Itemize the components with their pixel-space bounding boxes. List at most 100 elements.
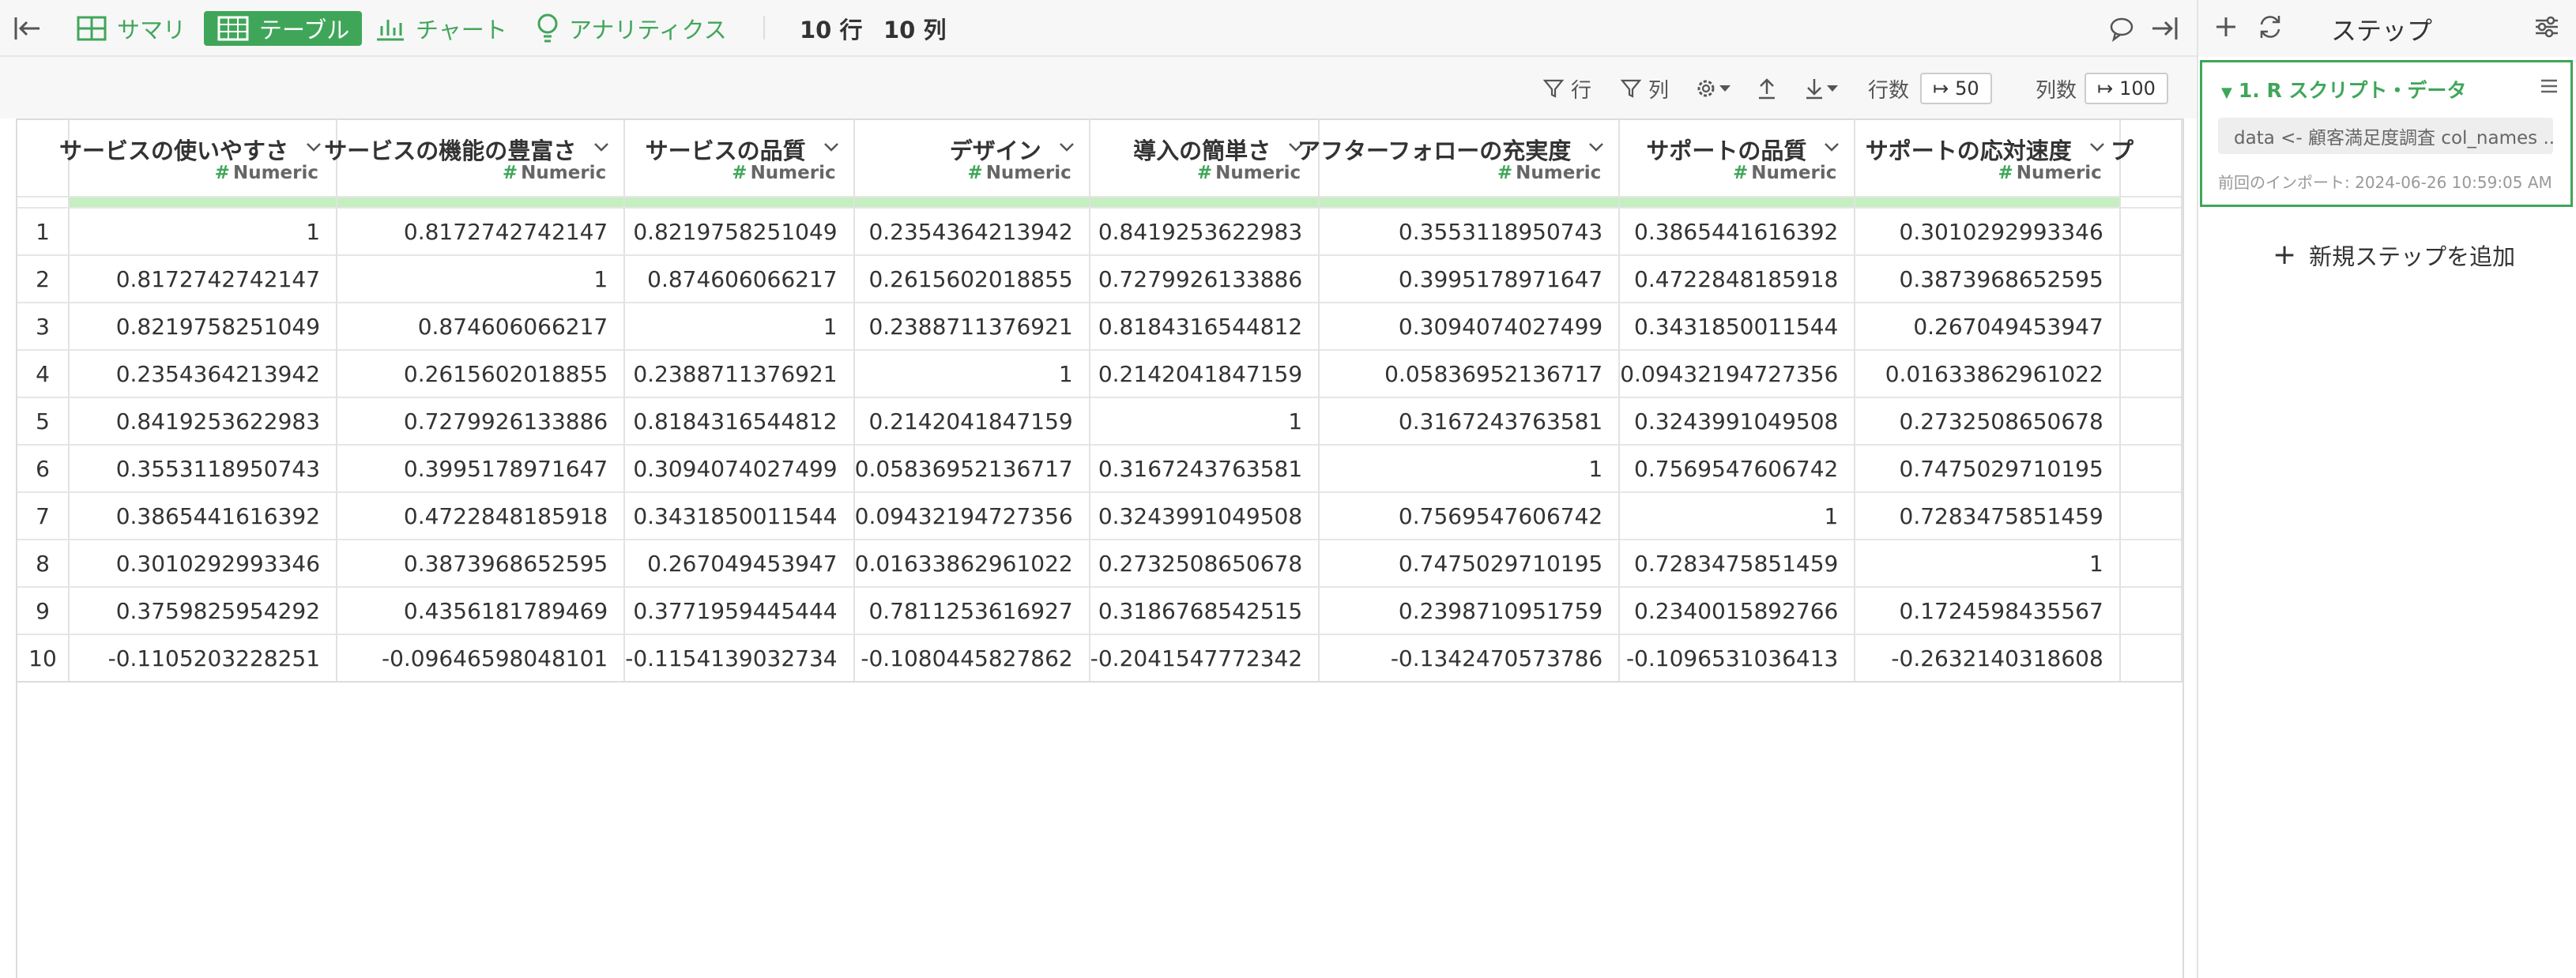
table-cell[interactable]: 0.2388711376921: [853, 302, 1090, 350]
table-cell[interactable]: 0.267049453947: [624, 539, 855, 587]
table-cell[interactable]: 0.3431850011544: [624, 491, 855, 540]
table-cell[interactable]: [2119, 586, 2182, 634]
table-cell[interactable]: 0.2354364213942: [68, 349, 338, 397]
table-cell[interactable]: 0.8184316544812: [1089, 302, 1320, 350]
cols-input[interactable]: ↦ 100: [2085, 73, 2168, 104]
table-row[interactable]: 7 0.3865441616392 0.4722848185918 0.3431850…: [17, 491, 2182, 540]
table-cell[interactable]: 0.8172742742147: [337, 207, 626, 255]
table-cell[interactable]: 0.8219758251049: [624, 207, 855, 255]
table-cell[interactable]: 0.874606066217: [337, 302, 626, 350]
step-code-preview[interactable]: data <- 顧客満足度調査 col_names ...: [2218, 118, 2553, 154]
table-cell[interactable]: [2119, 634, 2182, 683]
table-cell[interactable]: 0.2615602018855: [853, 254, 1090, 303]
table-cell[interactable]: 0.3010292993346: [68, 539, 338, 587]
table-cell[interactable]: 0.3010292993346: [1855, 207, 2121, 255]
column-header[interactable]: プ: [2111, 118, 2182, 197]
table-row[interactable]: 5 0.8419253622983 0.7279926133886 0.8184316…: [17, 397, 2182, 445]
chevron-down-icon[interactable]: [822, 137, 841, 156]
table-cell[interactable]: 1: [1319, 444, 1621, 492]
table-cell[interactable]: [2119, 539, 2182, 587]
tab-chart[interactable]: チャート: [375, 11, 507, 46]
add-step-button[interactable]: + 新規ステップを追加: [2273, 239, 2515, 272]
table-cell[interactable]: 0.7283475851459: [1619, 539, 1856, 587]
table-cell[interactable]: 0.3167243763581: [1089, 444, 1320, 492]
table-cell[interactable]: 0.4356181789469: [337, 586, 626, 634]
collapse-left-button[interactable]: [11, 11, 52, 46]
table-cell[interactable]: -0.1105203228251: [68, 634, 338, 683]
table-cell[interactable]: 0.3094074027499: [1319, 302, 1621, 350]
table-row[interactable]: 1 1 0.8172742742147 0.8219758251049 0.235436…: [17, 207, 2182, 255]
column-header[interactable]: アフターフォローの充実度 # Numeric: [1297, 118, 1621, 197]
table-row[interactable]: 8 0.3010292993346 0.3873968652595 0.2670494…: [17, 539, 2182, 587]
table-row[interactable]: 2 0.8172742742147 1 0.874606066217 0.2615602…: [17, 254, 2182, 303]
table-cell[interactable]: 0.2732508650678: [1855, 397, 2121, 445]
table-cell[interactable]: 0.4722848185918: [1619, 254, 1856, 303]
chevron-down-icon[interactable]: [304, 137, 323, 156]
step-card[interactable]: ▼ 1. R スクリプト・データ data <- 顧客満足度調査 col_name…: [2200, 60, 2573, 207]
table-cell[interactable]: 0.2142041847159: [1089, 349, 1320, 397]
steps-settings-button[interactable]: [2533, 14, 2560, 43]
table-cell[interactable]: 0.7279926133886: [337, 397, 626, 445]
table-cell[interactable]: 0.7811253616927: [853, 586, 1090, 634]
table-cell[interactable]: 0.09432194727356: [853, 491, 1090, 540]
table-cell[interactable]: 0.267049453947: [1855, 302, 2121, 350]
table-cell[interactable]: [2119, 254, 2182, 303]
table-cell[interactable]: 0.3243991049508: [1089, 491, 1320, 540]
tab-analytics[interactable]: アナリティクス: [536, 11, 727, 46]
table-cell[interactable]: 1: [624, 302, 855, 350]
table-cell[interactable]: 0.3431850011544: [1619, 302, 1856, 350]
table-cell[interactable]: 0.7475029710195: [1319, 539, 1621, 587]
table-cell[interactable]: 0.8172742742147: [68, 254, 338, 303]
table-cell[interactable]: 0.7569547606742: [1619, 444, 1856, 492]
table-cell[interactable]: 0.7475029710195: [1855, 444, 2121, 492]
table-cell[interactable]: 0.3873968652595: [337, 539, 626, 587]
table-cell[interactable]: 1: [853, 349, 1090, 397]
comment-button[interactable]: [2108, 11, 2145, 46]
column-header[interactable]: デザイン # Numeric: [853, 118, 1090, 197]
table-cell[interactable]: 0.09432194727356: [1619, 349, 1856, 397]
table-cell[interactable]: 0.3094074027499: [624, 444, 855, 492]
step-title[interactable]: ▼ 1. R スクリプト・データ: [2221, 75, 2466, 103]
table-cell[interactable]: -0.2041547772342: [1089, 634, 1320, 683]
table-row[interactable]: 10 -0.1105203228251 -0.09646598048101 -0.11…: [17, 634, 2182, 683]
step-menu-button[interactable]: [2539, 77, 2559, 99]
table-cell[interactable]: 0.3553118950743: [1319, 207, 1621, 255]
table-cell[interactable]: -0.2632140318608: [1855, 634, 2121, 683]
table-cell[interactable]: 0.3995178971647: [337, 444, 626, 492]
chevron-down-icon[interactable]: [1057, 137, 1076, 156]
table-cell[interactable]: -0.1096531036413: [1619, 634, 1856, 683]
table-cell[interactable]: 1: [1855, 539, 2121, 587]
table-cell[interactable]: 0.8419253622983: [1089, 207, 1320, 255]
table-cell[interactable]: 0.8419253622983: [68, 397, 338, 445]
table-cell[interactable]: [2119, 302, 2182, 350]
table-cell[interactable]: 1: [1089, 397, 1320, 445]
column-header[interactable]: サポートの応対速度 # Numeric: [1855, 118, 2121, 197]
table-cell[interactable]: -0.1154139032734: [624, 634, 855, 683]
table-cell[interactable]: 0.3759825954292: [68, 586, 338, 634]
column-filter-button[interactable]: 列: [1620, 73, 1669, 104]
settings-dropdown[interactable]: [1694, 73, 1732, 104]
table-row[interactable]: 6 0.3553118950743 0.3995178971647 0.3094074…: [17, 444, 2182, 492]
table-cell[interactable]: 0.3865441616392: [68, 491, 338, 540]
table-cell[interactable]: -0.09646598048101: [337, 634, 626, 683]
column-header[interactable]: サービスの品質 # Numeric: [624, 118, 855, 197]
chevron-down-icon[interactable]: [1587, 137, 1606, 156]
row-filter-button[interactable]: 行: [1542, 73, 1591, 104]
column-header[interactable]: サービスの使いやすさ # Numeric: [59, 118, 338, 197]
table-cell[interactable]: 0.1724598435567: [1855, 586, 2121, 634]
table-cell[interactable]: [2119, 349, 2182, 397]
table-cell[interactable]: 0.3553118950743: [68, 444, 338, 492]
collapse-right-button[interactable]: [2149, 11, 2190, 46]
chevron-down-icon[interactable]: [592, 137, 611, 156]
table-cell[interactable]: 0.2142041847159: [853, 397, 1090, 445]
table-cell[interactable]: 0.3167243763581: [1319, 397, 1621, 445]
column-header[interactable]: サポートの品質 # Numeric: [1619, 118, 1856, 197]
upload-button[interactable]: [1756, 73, 1778, 104]
rows-input[interactable]: ↦ 50: [1920, 73, 1992, 104]
table-cell[interactable]: -0.1080445827862: [853, 634, 1090, 683]
table-cell[interactable]: [2119, 207, 2182, 255]
table-cell[interactable]: 0.01633862961022: [1855, 349, 2121, 397]
table-cell[interactable]: 0.3865441616392: [1619, 207, 1856, 255]
table-row[interactable]: 9 0.3759825954292 0.4356181789469 0.3771959…: [17, 586, 2182, 634]
tab-table[interactable]: テーブル: [204, 11, 363, 46]
